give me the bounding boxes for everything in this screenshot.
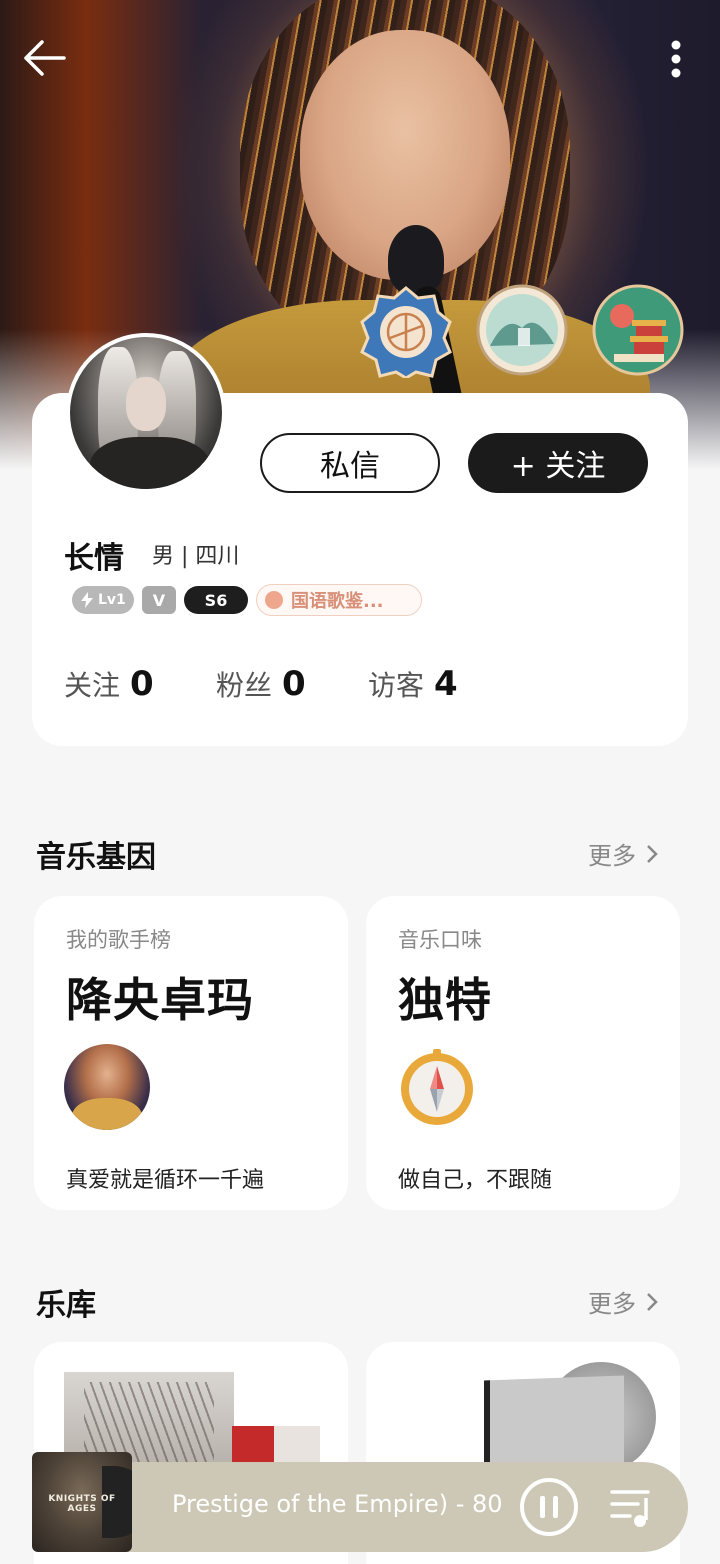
card-title: 降央卓玛 [66,973,254,1027]
card-caption: 我的歌手榜 [66,928,171,952]
library-more-link[interactable]: 更多 [588,1284,658,1319]
chevron-right-icon [647,844,658,863]
pause-icon [540,1496,545,1518]
gender-location: 男 | 四川 [152,544,240,569]
temple-medal-icon[interactable] [592,284,684,376]
username: 长情 [64,541,124,576]
more-options-button[interactable] [654,34,698,84]
season-badge[interactable]: S6 [184,586,248,614]
card-title: 独特 [398,973,492,1027]
pause-button[interactable] [520,1478,578,1536]
card-footer: 真爱就是循环一千遍 [66,1168,265,1193]
chevron-right-icon [647,1292,658,1311]
hexagon-icon [265,591,283,609]
mini-player[interactable]: KNIGHTS OF AGES Prestige of the Empire) … [32,1452,688,1552]
avatar[interactable] [66,333,226,493]
music-taste-card[interactable]: 音乐口味 独特 做自己，不跟随 [366,896,680,1210]
guofeng-medal-icon[interactable] [476,284,568,376]
genre-reviewer-badge[interactable]: 国语歌鉴... [256,584,422,616]
music-gene-title: 音乐基因 [36,840,156,875]
back-button[interactable] [18,34,70,82]
astrology-medal-icon[interactable] [360,286,452,378]
playlist-icon[interactable] [608,1484,656,1530]
followers-stat[interactable]: 粉丝 0 [216,664,306,704]
card-caption: 音乐口味 [398,928,482,952]
music-gene-more-link[interactable]: 更多 [588,836,658,871]
lightning-icon [81,592,93,608]
vertical-dots-icon [671,40,681,78]
singer-avatar [64,1044,150,1130]
library-title: 乐库 [36,1288,96,1323]
visitors-stat[interactable]: 访客 4 [368,664,458,704]
compass-icon [401,1049,473,1125]
level-badge[interactable]: Lv1 [72,586,134,614]
now-playing-cover[interactable]: KNIGHTS OF AGES [32,1452,132,1552]
arrow-left-icon [24,40,66,76]
vip-badge[interactable]: V [142,586,176,614]
card-footer: 做自己，不跟随 [398,1168,553,1193]
now-playing-title[interactable]: Prestige of the Empire) - 80 [172,1490,502,1518]
following-stat[interactable]: 关注 0 [64,664,154,704]
singer-chart-card[interactable]: 我的歌手榜 降央卓玛 真爱就是循环一千遍 [34,896,348,1210]
private-message-button[interactable]: 私信 [260,433,440,493]
follow-button[interactable]: + 关注 [468,433,648,493]
